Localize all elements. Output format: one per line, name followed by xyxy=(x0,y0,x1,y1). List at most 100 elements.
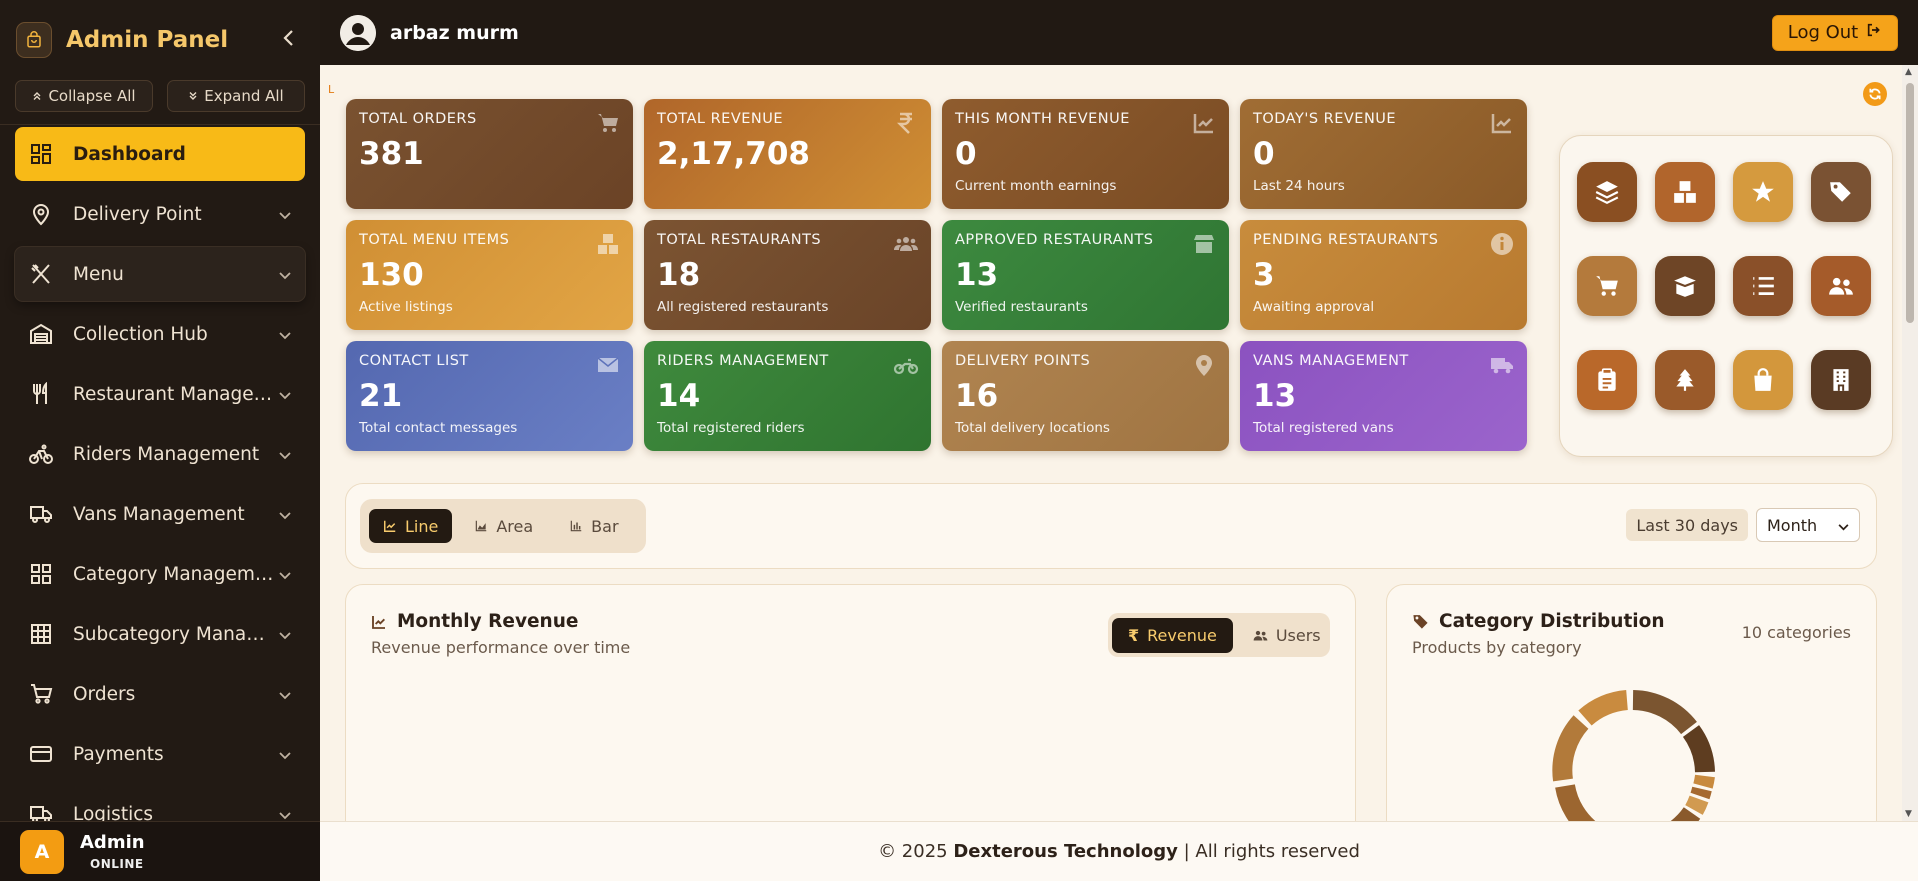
shopping-bag-icon[interactable] xyxy=(1733,350,1793,410)
sidebar-item-payments[interactable]: Payments xyxy=(15,727,305,781)
stat-card-approved-restaurants[interactable]: APPROVED RESTAURANTS 13 Verified restaur… xyxy=(942,220,1229,330)
sidebar-item-vans-management[interactable]: Vans Management xyxy=(15,487,305,541)
box-open-icon[interactable] xyxy=(1655,256,1715,316)
list-icon[interactable] xyxy=(1733,256,1793,316)
revenue-toggle-button[interactable]: ₹ Revenue xyxy=(1112,617,1233,653)
users-icon xyxy=(1253,630,1268,640)
scrollbar-thumb[interactable] xyxy=(1906,83,1914,323)
stat-title: RIDERS MANAGEMENT xyxy=(657,353,829,369)
stat-value: 0 xyxy=(955,136,977,172)
stat-card-this-month-revenue[interactable]: THIS MONTH REVENUE 0 Current month earni… xyxy=(942,99,1229,209)
vertical-scrollbar[interactable]: ▲ ▼ xyxy=(1902,65,1918,821)
topbar: arbaz murm Log Out xyxy=(320,0,1918,65)
period-select[interactable]: Month xyxy=(1756,508,1860,542)
chart-line-icon xyxy=(1193,114,1213,134)
logout-button[interactable]: Log Out xyxy=(1772,14,1898,51)
topbar-username: arbaz murm xyxy=(390,21,519,44)
stat-title: TODAY'S REVENUE xyxy=(1253,111,1397,127)
sidebar-item-riders-management[interactable]: Riders Management xyxy=(15,427,305,481)
building-icon[interactable] xyxy=(1811,350,1871,410)
stat-value: 2,17,708 xyxy=(657,136,810,172)
chevron-down-icon xyxy=(1838,516,1849,535)
donut-slice xyxy=(1682,725,1715,773)
clipboard-icon[interactable] xyxy=(1577,350,1637,410)
sidebar-item-label: Riders Management xyxy=(73,443,260,465)
rupee-icon xyxy=(896,112,912,134)
user-name: Admin xyxy=(80,832,145,853)
sidebar-user[interactable]: A Admin ONLINE xyxy=(0,821,320,881)
footer-brand: Dexterous Technology xyxy=(953,841,1178,862)
envelope-icon xyxy=(597,357,619,372)
sidebar-item-orders[interactable]: Orders xyxy=(15,667,305,721)
chevron-down-icon xyxy=(275,684,291,705)
stat-card-vans-management[interactable]: VANS MANAGEMENT 13 Total registered vans xyxy=(1240,341,1527,451)
stat-value: 18 xyxy=(657,257,701,293)
sidebar-item-dashboard[interactable]: Dashboard xyxy=(15,127,305,181)
donut-slice xyxy=(1552,715,1589,782)
stat-value: 21 xyxy=(359,378,403,414)
sidebar-item-restaurant-management[interactable]: Restaurant Management xyxy=(15,367,305,421)
sidebar-item-subcategory-management[interactable]: Subcategory Management xyxy=(15,607,305,661)
chart-type-area-button[interactable]: Area xyxy=(460,509,547,543)
stat-card-contact-list[interactable]: CONTACT LIST 21 Total contact messages xyxy=(346,341,633,451)
stat-card-total-restaurants[interactable]: TOTAL RESTAURANTS 18 All registered rest… xyxy=(644,220,931,330)
stat-sub: Awaiting approval xyxy=(1253,299,1375,315)
stat-title: TOTAL RESTAURANTS xyxy=(657,232,822,248)
stat-card-total-revenue[interactable]: TOTAL REVENUE 2,17,708 xyxy=(644,99,931,209)
stat-title: PENDING RESTAURANTS xyxy=(1253,232,1439,248)
collapse-all-button[interactable]: Collapse All xyxy=(15,80,153,112)
bicycle-icon xyxy=(29,444,53,464)
layers-icon[interactable] xyxy=(1577,162,1637,222)
info-icon xyxy=(1491,233,1513,255)
stat-card-delivery-points[interactable]: DELIVERY POINTS 16 Total delivery locati… xyxy=(942,341,1229,451)
expand-all-button[interactable]: Expand All xyxy=(167,80,305,112)
bag-logo-icon xyxy=(16,22,52,58)
stat-card-total-orders[interactable]: TOTAL ORDERS 381 xyxy=(346,99,633,209)
panel-title: Category Distribution xyxy=(1439,611,1665,632)
user-status: ONLINE xyxy=(90,857,144,871)
stat-value: 381 xyxy=(359,136,424,172)
chevron-left-icon[interactable] xyxy=(274,28,304,53)
sidebar-item-category-management[interactable]: Category Management xyxy=(15,547,305,601)
cart-icon[interactable] xyxy=(1577,256,1637,316)
stat-value: 16 xyxy=(955,378,999,414)
stat-card-riders-management[interactable]: RIDERS MANAGEMENT 14 Total registered ri… xyxy=(644,341,931,451)
stat-sub: Total registered riders xyxy=(657,420,805,436)
chart-type-label: Line xyxy=(405,516,439,536)
cart-icon xyxy=(598,114,618,132)
chart-type-line-button[interactable]: Line xyxy=(369,509,453,543)
scroll-down-icon[interactable]: ▼ xyxy=(1905,809,1912,819)
scroll-up-icon[interactable]: ▲ xyxy=(1905,67,1912,77)
star-icon[interactable] xyxy=(1733,162,1793,222)
chart-type-bar-button[interactable]: Bar xyxy=(555,509,632,543)
rupee-icon: ₹ xyxy=(1128,625,1140,645)
monthly-revenue-panel: Monthly Revenue Revenue performance over… xyxy=(345,584,1356,821)
boxes-icon[interactable] xyxy=(1655,162,1715,222)
stat-card-pending-restaurants[interactable]: PENDING RESTAURANTS 3 Awaiting approval xyxy=(1240,220,1527,330)
stat-card-todays-revenue[interactable]: TODAY'S REVENUE 0 Last 24 hours xyxy=(1240,99,1527,209)
sidebar-item-label: Category Management xyxy=(73,563,275,585)
double-chevron-down-icon xyxy=(188,87,198,105)
chevron-down-icon xyxy=(275,504,291,525)
tags-icon[interactable] xyxy=(1811,162,1871,222)
fork-knife-icon xyxy=(33,382,47,404)
users-icon[interactable] xyxy=(1811,256,1871,316)
sidebar-item-collection-hub[interactable]: Collection Hub xyxy=(15,307,305,361)
stat-value: 3 xyxy=(1253,257,1275,293)
map-pin-icon xyxy=(32,204,50,226)
refresh-icon[interactable] xyxy=(1863,82,1887,106)
users-toggle-button[interactable]: Users xyxy=(1237,618,1337,653)
stat-value: 130 xyxy=(359,257,424,293)
sidebar-item-label: Subcategory Management xyxy=(73,623,275,645)
user-circle-icon[interactable] xyxy=(340,14,376,51)
sidebar-item-delivery-point[interactable]: Delivery Point xyxy=(15,187,305,241)
stat-card-total-menu-items[interactable]: TOTAL MENU ITEMS 130 Active listings xyxy=(346,220,633,330)
tree-icon[interactable] xyxy=(1655,350,1715,410)
sidebar-title: Admin Panel xyxy=(66,27,229,53)
quick-actions-panel xyxy=(1559,135,1893,457)
chevron-down-icon xyxy=(275,204,291,225)
sidebar-item-menu[interactable]: Menu xyxy=(15,247,305,301)
chevron-down-icon xyxy=(275,264,291,285)
chevron-down-icon xyxy=(275,444,291,465)
donut-slice xyxy=(1690,786,1712,800)
